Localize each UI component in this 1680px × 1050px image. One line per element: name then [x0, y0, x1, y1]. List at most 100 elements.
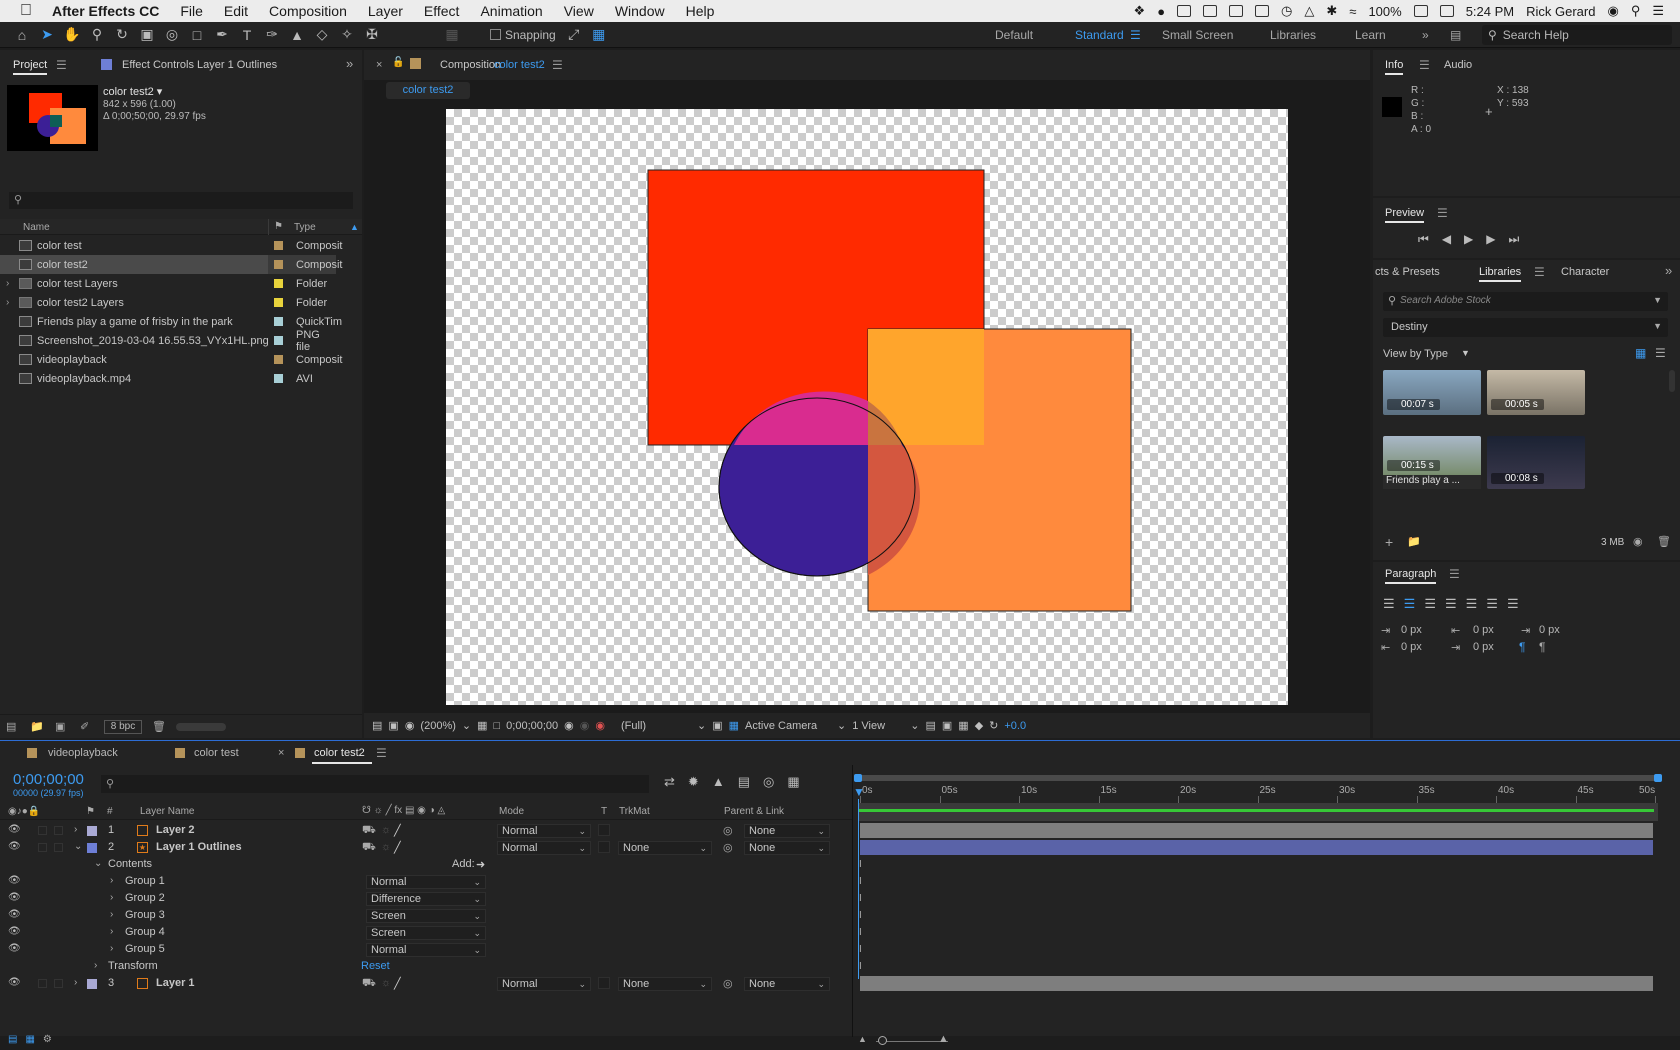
parent-dropdown[interactable]: None ⌄	[744, 977, 830, 991]
solo-toggle[interactable]	[38, 826, 47, 835]
camera-tool-icon[interactable]: ▣	[137, 25, 157, 45]
expand-layer-icon[interactable]: ›	[74, 824, 77, 835]
folder-icon[interactable]: 📁	[1407, 535, 1421, 548]
tab-paragraph[interactable]: Paragraph	[1385, 568, 1437, 584]
timeline-current-time[interactable]: 0;00;00;00	[13, 771, 84, 788]
expand-folder-icon[interactable]: ›	[6, 297, 9, 308]
always-preview-icon[interactable]: ▤	[372, 719, 382, 732]
tab-info[interactable]: Info	[1385, 59, 1404, 75]
lock-toggle[interactable]	[54, 843, 63, 852]
chevron-down-icon[interactable]: ⌄	[578, 978, 586, 990]
quality-switch-icon[interactable]: ╱	[394, 977, 401, 990]
justify-last-center-icon[interactable]: ☰	[1466, 596, 1478, 612]
layer-mode-dropdown[interactable]: Normal ⌄	[497, 977, 591, 991]
adobe-stock-search[interactable]: ⚲ Search Adobe Stock ▼	[1383, 292, 1668, 311]
playhead-line[interactable]	[858, 799, 859, 979]
menu-file[interactable]: File	[180, 3, 203, 19]
comp-flowchart-tab[interactable]: color test2	[386, 82, 470, 99]
fast-previews-icon[interactable]: ▣	[942, 719, 952, 732]
visibility-eye-icon[interactable]: 👁	[8, 824, 21, 835]
column-parent[interactable]: Parent & Link	[724, 806, 784, 817]
reset-transform-link[interactable]: Reset	[361, 960, 390, 972]
libraries-scrollbar[interactable]	[1669, 370, 1675, 392]
library-asset-video[interactable]: 00:15 s Friends play a ...	[1383, 436, 1481, 489]
timeline-tab-color-test2[interactable]: color test2	[314, 747, 365, 759]
transparency-grid-icon[interactable]: ▦	[729, 719, 739, 732]
group-blend-mode-dropdown[interactable]: Difference ⌄	[366, 892, 486, 906]
composition-canvas[interactable]	[446, 109, 1288, 705]
indent-left-value[interactable]: 0 px	[1401, 624, 1422, 636]
wifi-icon[interactable]: ≈	[1349, 4, 1356, 19]
space-after-value[interactable]: 0 px	[1473, 641, 1494, 653]
creative-cloud-icon[interactable]: ●	[1157, 4, 1165, 19]
pick-whip-icon[interactable]: ◎	[723, 977, 733, 990]
visibility-eye-icon[interactable]: 👁	[8, 875, 21, 886]
column-name[interactable]: Name	[23, 222, 50, 233]
user-name[interactable]: Rick Gerard	[1526, 4, 1595, 19]
menu-edit[interactable]: Edit	[224, 3, 248, 19]
workspace-standard[interactable]: Standard	[1075, 22, 1124, 48]
pick-whip-icon[interactable]: ◎	[723, 824, 733, 837]
flowchart-icon[interactable]: ◆	[975, 719, 983, 732]
monitor-icon[interactable]: ▣	[388, 719, 398, 732]
chevron-down-icon[interactable]: ⌄	[473, 910, 481, 922]
calendar-icon[interactable]	[1439, 5, 1454, 17]
new-composition-icon[interactable]: ▣	[55, 720, 65, 733]
zoom-slider-handle[interactable]	[878, 1036, 887, 1045]
justify-all-icon[interactable]: ☰	[1507, 596, 1519, 612]
grid-view-icon[interactable]: ▦	[1635, 346, 1646, 360]
collapse-switch-icon[interactable]: ☼	[381, 824, 391, 836]
work-area-start-handle[interactable]	[854, 774, 862, 782]
shy-switch-icon[interactable]: ⛟	[362, 841, 376, 855]
layer-mode-dropdown[interactable]: Normal ⌄	[497, 824, 591, 838]
chevron-down-icon[interactable]: ⌄	[462, 719, 471, 732]
tab-project[interactable]: Project	[13, 59, 48, 75]
app-status-icon[interactable]	[1177, 5, 1192, 17]
menu-composition[interactable]: Composition	[269, 3, 347, 19]
add-shape-icon[interactable]: ➜	[476, 858, 485, 871]
project-bpc[interactable]: 8 bpc	[104, 720, 142, 734]
shape-group-row[interactable]: 👁 › Group 5 Normal ⌄	[0, 941, 850, 958]
tab-audio[interactable]: Audio	[1444, 59, 1472, 71]
label-color-swatch[interactable]	[274, 374, 283, 383]
shape-group-name[interactable]: Group 1	[125, 875, 165, 887]
graph-editor-icon[interactable]: ▦	[787, 774, 799, 790]
list-view-icon[interactable]: ☰	[1655, 346, 1666, 360]
ltr-direction-icon[interactable]: ¶	[1519, 640, 1525, 654]
toggle-pixel-aspect-icon[interactable]: ▤	[925, 719, 935, 732]
time-ruler[interactable]: 0s 05s 10s 15s 20s 25s 30s 35s 40s 45s 50s	[858, 785, 1658, 803]
playhead-icon[interactable]: ▼	[853, 785, 865, 799]
clock[interactable]: 5:24 PM	[1466, 4, 1514, 19]
transform-row[interactable]: › Transform Reset	[0, 958, 850, 975]
shape-group-name[interactable]: Group 3	[125, 909, 165, 921]
zoom-tool-icon[interactable]: ⚲	[87, 25, 107, 45]
snap-edges-icon[interactable]: ⤢	[564, 25, 584, 45]
rtl-direction-icon[interactable]: ¶	[1539, 640, 1545, 654]
clone-stamp-tool-icon[interactable]: ▲	[287, 25, 307, 45]
tab-libraries[interactable]: Libraries	[1479, 266, 1522, 282]
composition-menu-icon[interactable]: ☰	[552, 58, 563, 72]
status-icon[interactable]	[1229, 5, 1244, 17]
battery-icon[interactable]	[1413, 5, 1428, 17]
pick-whip-icon[interactable]: ◎	[723, 841, 733, 854]
layer-mode-dropdown[interactable]: Normal ⌄	[497, 841, 591, 855]
expand-contents-icon[interactable]: ⌄	[94, 858, 102, 869]
align-center-icon[interactable]: ☰	[1404, 596, 1416, 612]
column-type[interactable]: Type	[294, 222, 316, 233]
panel-overflow-icon[interactable]: »	[346, 56, 353, 71]
chevron-down-icon[interactable]: ⌄	[910, 719, 919, 732]
hide-shy-layers-icon[interactable]: ▲	[712, 774, 725, 790]
justify-last-left-icon[interactable]: ☰	[1445, 596, 1457, 612]
rectangle-tool-icon[interactable]: □	[187, 25, 207, 45]
chevron-down-icon[interactable]: ▼	[1461, 348, 1470, 358]
previous-frame-icon[interactable]: ◀	[1442, 232, 1451, 247]
resolution-dropdown[interactable]: (Full)	[621, 720, 691, 732]
library-asset-video[interactable]: 00:08 s	[1487, 436, 1585, 489]
menu-animation[interactable]: Animation	[480, 3, 542, 19]
layer-duration-bar[interactable]	[860, 823, 1653, 838]
project-search-input[interactable]: ⚲	[9, 192, 353, 209]
transfer-controls-toggle-icon[interactable]: ▦	[25, 1034, 34, 1045]
chevron-down-icon[interactable]: ⌄	[473, 927, 481, 939]
project-item[interactable]: › color test2 Layers Folder	[0, 293, 336, 312]
solo-toggle[interactable]	[38, 843, 47, 852]
